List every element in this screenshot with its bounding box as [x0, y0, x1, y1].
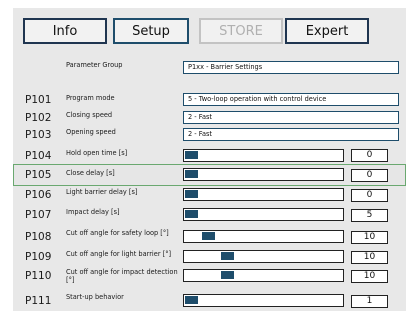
param-label: Cut off angle for light barrier [°] — [66, 250, 172, 258]
param-row-p108: P108 Cut off angle for safety loop [°] 1… — [13, 229, 406, 245]
slider-thumb[interactable] — [185, 296, 198, 304]
param-label: Close delay [s] — [66, 169, 115, 177]
param-code: P101 — [25, 94, 52, 106]
param-row-p101: P101 Program mode 5 - Two-loop operation… — [13, 92, 406, 108]
param-row-p106: P106 Light barrier delay [s] 0 — [13, 188, 406, 204]
start-up-behavior-slider[interactable] — [183, 294, 344, 307]
param-row-p105: P105 Close delay [s] 0 — [13, 168, 406, 184]
param-code: P108 — [25, 231, 52, 243]
close-delay-value[interactable]: 0 — [351, 169, 388, 182]
tab-bar: Info Setup STORE Expert — [13, 8, 406, 46]
impact-detection-angle-slider[interactable] — [183, 269, 344, 282]
param-code: P107 — [25, 209, 52, 221]
start-up-behavior-value[interactable]: 1 — [351, 295, 388, 308]
param-label: Impact delay [s] — [66, 208, 120, 216]
param-row-p102: P102 Closing speed 2 - Fast — [13, 110, 406, 126]
light-barrier-delay-slider[interactable] — [183, 188, 344, 201]
param-row-p104: P104 Hold open time [s] 0 — [13, 149, 406, 165]
param-row-p110: P110 Cut off angle for impact detection … — [13, 268, 406, 290]
param-label: Closing speed — [66, 111, 113, 119]
tab-store[interactable]: STORE — [199, 18, 283, 44]
param-label: Cut off angle for impact detection [°] — [66, 268, 178, 284]
safety-loop-angle-value[interactable]: 10 — [351, 231, 388, 244]
close-delay-slider[interactable] — [183, 168, 344, 181]
param-label: Cut off angle for safety loop [°] — [66, 229, 169, 237]
opening-speed-select[interactable]: 2 - Fast — [183, 128, 399, 141]
light-barrier-angle-slider[interactable] — [183, 250, 344, 263]
slider-thumb[interactable] — [202, 232, 215, 240]
param-label: Program mode — [66, 94, 115, 102]
tab-expert[interactable]: Expert — [285, 18, 369, 44]
slider-thumb[interactable] — [185, 151, 198, 159]
tab-setup[interactable]: Setup — [113, 18, 189, 44]
param-row-p109: P109 Cut off angle for light barrier [°]… — [13, 249, 406, 265]
param-code: P102 — [25, 112, 52, 124]
param-code: P105 — [25, 169, 52, 181]
param-code: P110 — [25, 270, 52, 282]
param-label: Light barrier delay [s] — [66, 188, 138, 196]
slider-thumb[interactable] — [185, 210, 198, 218]
param-row-p107: P107 Impact delay [s] 5 — [13, 208, 406, 224]
tab-store-label: STORE — [219, 23, 263, 39]
slider-thumb[interactable] — [221, 271, 234, 279]
tab-info[interactable]: Info — [23, 18, 107, 44]
param-row-p103: P103 Opening speed 2 - Fast — [13, 127, 406, 143]
param-code: P103 — [25, 129, 52, 141]
slider-thumb[interactable] — [185, 170, 198, 178]
program-mode-select[interactable]: 5 - Two-loop operation with control devi… — [183, 93, 399, 106]
tab-setup-label: Setup — [132, 23, 170, 39]
tab-info-label: Info — [52, 23, 78, 39]
param-row-p111: P111 Start-up behavior 1 — [13, 293, 406, 309]
param-code: P106 — [25, 189, 52, 201]
light-barrier-delay-value[interactable]: 0 — [351, 189, 388, 202]
param-code: P111 — [25, 295, 52, 307]
parameter-group-label: Parameter Group — [66, 61, 123, 69]
parameter-group-row: Parameter Group P1xx - Barrier Settings — [13, 60, 406, 76]
param-label: Hold open time [s] — [66, 149, 128, 157]
closing-speed-select[interactable]: 2 - Fast — [183, 111, 399, 124]
impact-delay-slider[interactable] — [183, 208, 344, 221]
light-barrier-angle-value[interactable]: 10 — [351, 251, 388, 264]
param-code: P104 — [25, 150, 52, 162]
param-label: Start-up behavior — [66, 293, 124, 301]
slider-thumb[interactable] — [221, 252, 234, 260]
slider-thumb[interactable] — [185, 190, 198, 198]
param-label: Opening speed — [66, 128, 116, 136]
safety-loop-angle-slider[interactable] — [183, 230, 344, 243]
tab-expert-label: Expert — [305, 23, 349, 39]
impact-delay-value[interactable]: 5 — [351, 209, 388, 222]
parameter-group-select[interactable]: P1xx - Barrier Settings — [183, 61, 399, 74]
hold-open-time-slider[interactable] — [183, 149, 344, 162]
impact-detection-angle-value[interactable]: 10 — [351, 270, 388, 283]
param-code: P109 — [25, 251, 52, 263]
hold-open-time-value[interactable]: 0 — [351, 149, 388, 162]
